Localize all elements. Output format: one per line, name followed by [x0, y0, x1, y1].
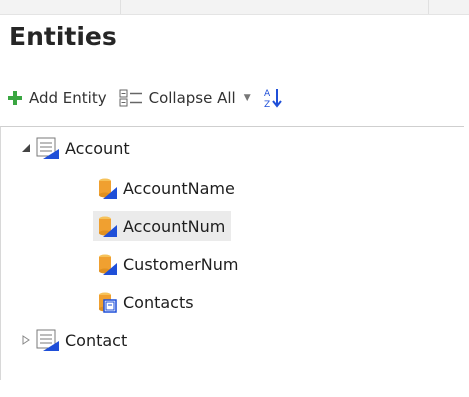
collapse-all-button[interactable]: Collapse All ▼ [119, 89, 251, 107]
sort-az-button[interactable]: A Z [263, 87, 283, 109]
tree-node-account[interactable]: Account [33, 133, 130, 163]
add-entity-button[interactable]: Add Entity [7, 89, 107, 107]
tree-node-accountnum[interactable]: AccountNum [93, 211, 232, 241]
field-icon [99, 254, 117, 275]
field-icon [99, 178, 117, 199]
entity-icon [36, 329, 59, 351]
entity-icon [36, 137, 59, 159]
entity-tree: Account AccountName AccountNum CustomerN… [0, 126, 464, 380]
panel-title: Entities [9, 22, 117, 51]
field-icon [99, 216, 117, 237]
tree-node-label: AccountName [123, 178, 235, 198]
tree-node-label: Contact [65, 330, 128, 350]
svg-text:Z: Z [264, 100, 270, 109]
add-entity-label: Add Entity [29, 89, 107, 107]
tree-node-label: Contacts [123, 292, 194, 312]
tree-node-contacts[interactable]: Contacts [97, 287, 194, 317]
tree-node-contact[interactable]: Contact [33, 325, 127, 355]
collection-icon [99, 292, 117, 313]
svg-text:A: A [264, 89, 271, 99]
top-strip [0, 0, 469, 15]
top-strip-divider [120, 0, 121, 14]
top-strip-divider [428, 0, 429, 14]
tree-node-customernum[interactable]: CustomerNum [97, 249, 238, 279]
collapsed-triangle-icon[interactable] [21, 335, 31, 345]
tree-node-label: AccountNum [123, 216, 226, 236]
collapse-all-label: Collapse All [148, 89, 236, 107]
plus-icon [8, 91, 22, 105]
tree-node-accountname[interactable]: AccountName [97, 173, 235, 203]
tree-node-label: CustomerNum [123, 254, 239, 274]
tree-node-label: Account [65, 138, 130, 158]
sort-az-icon: A Z [264, 89, 282, 109]
chevron-down-icon[interactable]: ▼ [244, 93, 251, 103]
entities-toolbar: Add Entity Collapse All ▼ A Z [7, 86, 295, 110]
collapse-all-icon [119, 89, 142, 107]
expanded-triangle-icon[interactable] [21, 143, 31, 153]
